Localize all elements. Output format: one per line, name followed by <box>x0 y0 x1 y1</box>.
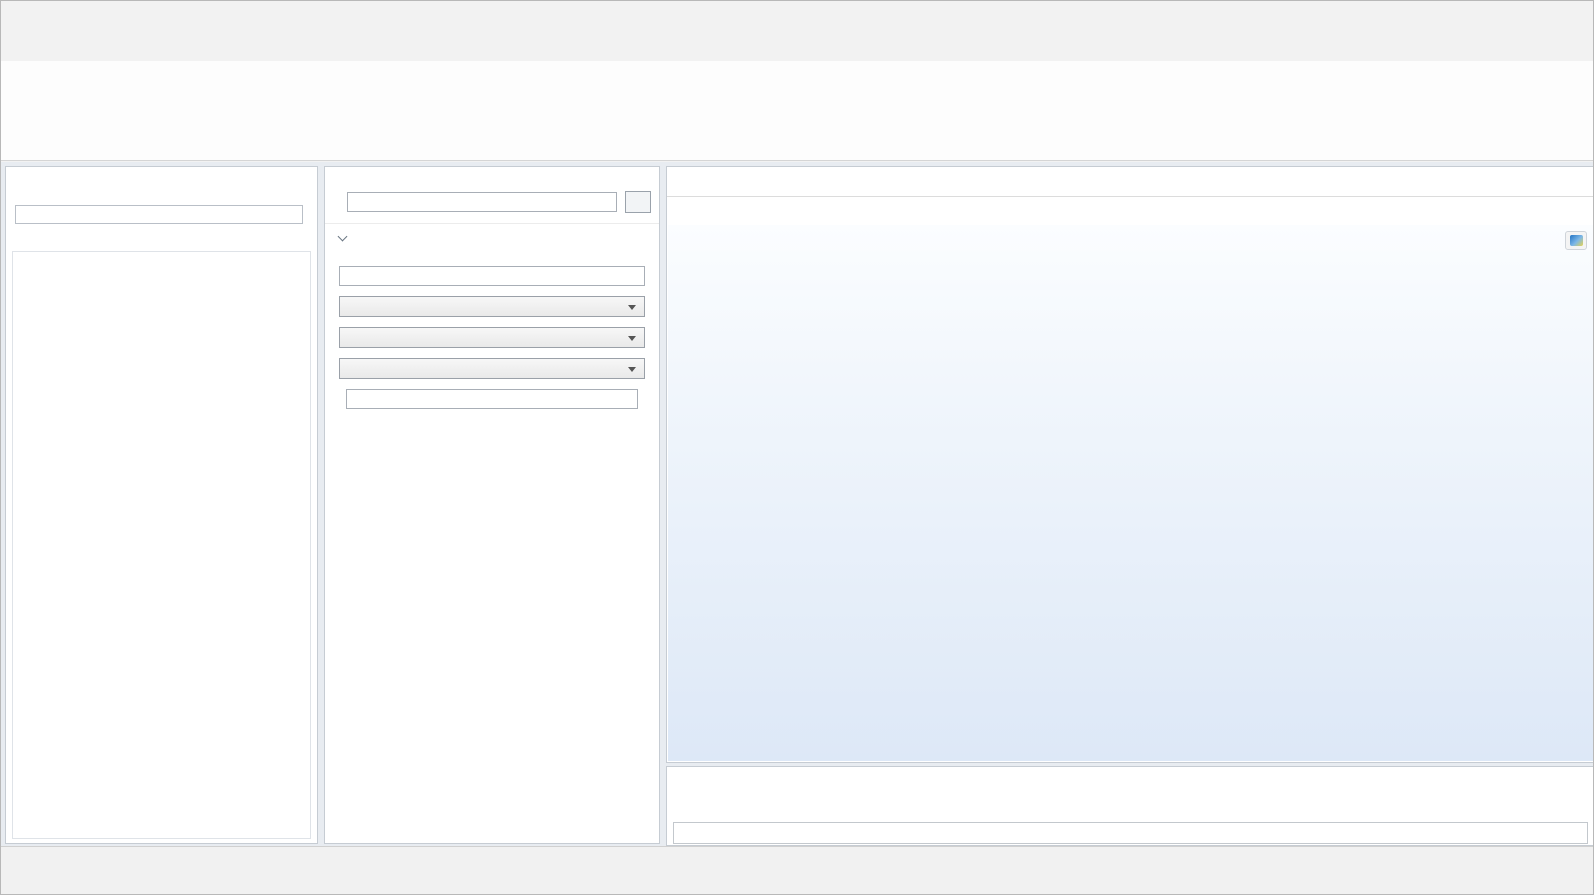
statusbar <box>1 846 1594 895</box>
coil-excitation-label <box>339 348 645 358</box>
coil-type-select[interactable] <box>339 327 645 348</box>
graphics-tabs <box>667 167 1594 197</box>
graphics-panel <box>666 166 1594 763</box>
rename-button[interactable] <box>625 191 651 213</box>
settings-panel <box>324 166 660 844</box>
comsol-window <box>0 0 1594 895</box>
model-tree <box>12 251 311 839</box>
conductor-model-select[interactable] <box>339 296 645 317</box>
ribbon <box>1 61 1594 161</box>
model-builder-toolbar <box>6 179 317 203</box>
label-input[interactable] <box>347 192 617 212</box>
section-coil[interactable] <box>325 223 659 252</box>
graphics-toolbar <box>667 197 1594 224</box>
coil-current-input[interactable] <box>346 389 638 409</box>
tree-filter-input[interactable] <box>15 205 303 224</box>
chevron-open-icon <box>338 231 348 241</box>
messages-output <box>673 822 1588 844</box>
motor-3d-visualization <box>668 225 1593 761</box>
coil-name-label <box>339 256 645 266</box>
settings-subtitle <box>325 179 659 189</box>
coil-excitation-select[interactable] <box>339 358 645 379</box>
magnetic-flux-density-plot[interactable] <box>668 225 1593 761</box>
coil-current-label <box>339 379 645 389</box>
conductor-model-label <box>339 286 645 296</box>
menubar <box>1 31 1594 61</box>
model-builder-panel <box>5 166 318 844</box>
messages-panel <box>666 766 1594 846</box>
coil-type-label <box>339 317 645 327</box>
help-button[interactable] <box>1567 7 1584 24</box>
messages-toolbar <box>667 795 1594 820</box>
titlebar <box>1 1 1594 31</box>
coil-name-input[interactable] <box>339 266 645 286</box>
messages-tabs <box>667 767 1594 795</box>
plot-thumbnail-button[interactable] <box>1565 231 1587 250</box>
